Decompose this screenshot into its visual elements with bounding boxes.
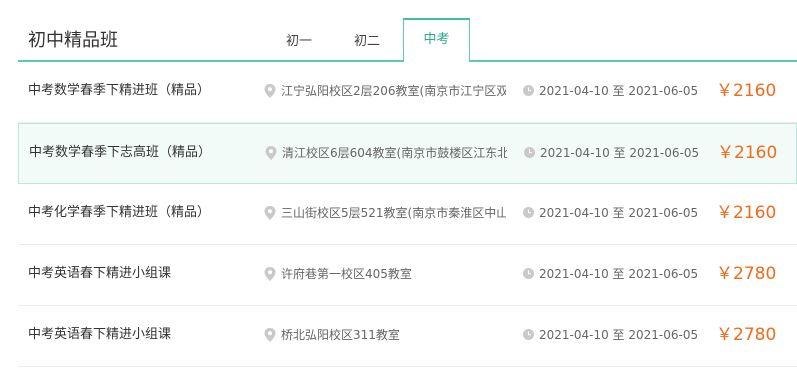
course-location: 桥北弘阳校区311教室 [264,326,506,344]
panel-header: 初中精品班 初一 初二 中考 [0,0,797,62]
course-row[interactable]: 中考英语春下精进小组课 许府巷第一校区405教室 2021-04-10 至 20… [18,245,797,306]
course-date: 2021-04-10 至 2021-06-05 [523,82,698,100]
course-row[interactable]: 中考英语春下精进小组课 桥北弘阳校区311教室 2021-04-10 至 202… [18,306,797,367]
tab-grade-1[interactable]: 初一 [286,32,312,52]
map-pin-icon [264,328,276,342]
tab-exam[interactable]: 中考 [403,18,470,62]
location-text: 三山街校区5层521教室(南京市秦淮区中山 [281,206,506,220]
course-name[interactable]: 中考英语春下精进小组课 [28,326,171,344]
course-date: 2021-04-10 至 2021-06-05 [523,204,698,222]
course-date: 2021-04-10 至 2021-06-05 [524,144,699,162]
course-name[interactable]: 中考数学春季下志高班（精品） [29,144,211,162]
map-pin-icon [264,84,276,98]
course-price: ￥2160 [716,81,777,101]
course-location: 江宁弘阳校区2层206教室(南京市江宁区双 [264,82,506,100]
course-price: ￥2160 [716,203,777,223]
clock-icon [523,207,534,218]
map-pin-icon [264,267,276,281]
course-panel: 初中精品班 初一 初二 中考 中考数学春季下精进班（精品） 江宁弘阳校区2层20… [0,0,797,372]
course-location: 三山街校区5层521教室(南京市秦淮区中山 [264,204,506,222]
course-list: 中考数学春季下精进班（精品） 江宁弘阳校区2层206教室(南京市江宁区双 202… [18,62,797,367]
course-name[interactable]: 中考英语春下精进小组课 [28,265,171,283]
course-price: ￥2160 [717,143,778,163]
map-pin-icon [264,206,276,220]
location-text: 许府巷第一校区405教室 [281,267,412,281]
clock-icon [524,147,535,158]
date-text: 2021-04-10 至 2021-06-05 [539,267,699,281]
course-row[interactable]: 中考化学春季下精进班（精品） 三山街校区5层521教室(南京市秦淮区中山 202… [18,184,797,245]
course-date: 2021-04-10 至 2021-06-05 [523,265,698,283]
course-location: 许府巷第一校区405教室 [264,265,506,283]
tab-grade-2[interactable]: 初二 [354,32,380,52]
course-date: 2021-04-10 至 2021-06-05 [523,326,698,344]
location-text: 清江校区6层604教室(南京市鼓楼区江东北 [282,146,507,160]
date-text: 2021-04-10 至 2021-06-05 [540,146,700,160]
course-row[interactable]: 中考数学春季下志高班（精品） 清江校区6层604教室(南京市鼓楼区江东北 202… [18,123,797,184]
course-location: 清江校区6层604教室(南京市鼓楼区江东北 [265,144,507,162]
course-name[interactable]: 中考数学春季下精进班（精品） [28,82,210,100]
course-price: ￥2780 [716,325,777,345]
clock-icon [523,329,534,340]
date-text: 2021-04-10 至 2021-06-05 [539,84,699,98]
clock-icon [523,85,534,96]
location-text: 江宁弘阳校区2层206教室(南京市江宁区双 [281,84,506,98]
course-row[interactable]: 中考数学春季下精进班（精品） 江宁弘阳校区2层206教室(南京市江宁区双 202… [18,62,797,123]
course-name[interactable]: 中考化学春季下精进班（精品） [28,204,210,222]
location-text: 桥北弘阳校区311教室 [281,328,400,342]
course-price: ￥2780 [716,264,777,284]
map-pin-icon [265,146,277,160]
section-title: 初中精品班 [28,30,118,51]
clock-icon [523,268,534,279]
date-text: 2021-04-10 至 2021-06-05 [539,206,699,220]
date-text: 2021-04-10 至 2021-06-05 [539,328,699,342]
